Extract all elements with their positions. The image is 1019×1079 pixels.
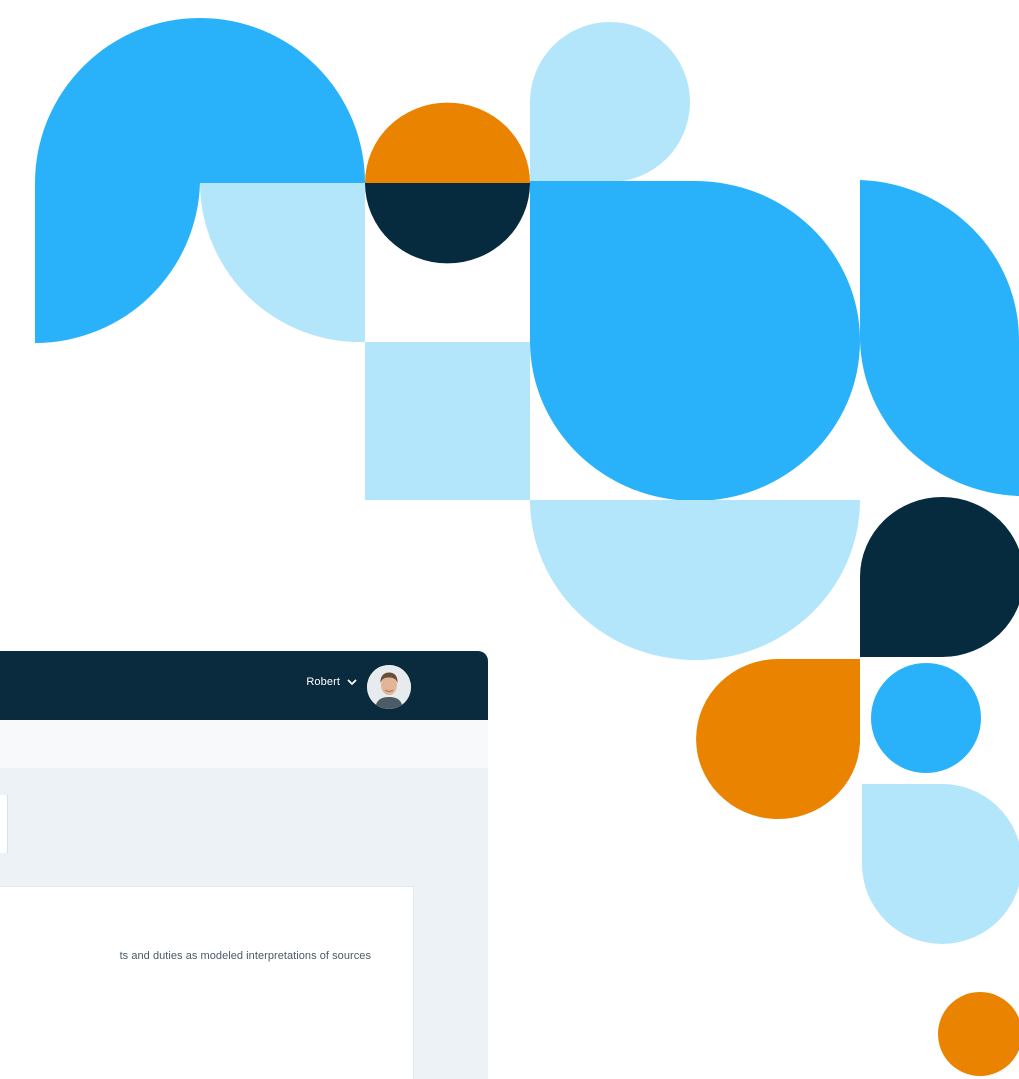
secondary-toolbar <box>0 720 488 768</box>
user-name: Robert <box>306 676 340 688</box>
chevron-down-icon <box>347 679 357 685</box>
avatar[interactable] <box>367 665 411 709</box>
navy-leaf-shape <box>860 497 1019 657</box>
orange-leaf-shape <box>696 659 860 819</box>
light-blue-leaf-shape <box>530 22 690 183</box>
top-navigation-bar: Robert <box>0 651 488 720</box>
light-blue-square-shape <box>365 342 530 500</box>
content-card: ts and duties as modeled interpretations… <box>0 886 414 1079</box>
orange-circle-shape <box>938 992 1019 1076</box>
big-blue-leaf-shape <box>530 181 860 501</box>
light-blue-half-shape <box>530 500 860 660</box>
main-content: ts and duties as modeled interpretations… <box>0 768 488 1079</box>
light-blue-lower-leaf-shape <box>862 783 1019 944</box>
right-blue-leaf-shape <box>860 180 1019 496</box>
blue-circle-shape <box>871 663 981 773</box>
app-window: Robert ts and duties as modeled interpre… <box>0 651 488 1079</box>
card-description: ts and duties as modeled interpretations… <box>119 950 371 962</box>
user-menu-button[interactable]: Robert <box>306 676 358 688</box>
orange-semicircle-shape <box>365 102 530 183</box>
navy-semicircle-shape <box>365 183 530 264</box>
search-input[interactable] <box>0 795 8 853</box>
light-blue-quarter-shape <box>200 183 365 343</box>
